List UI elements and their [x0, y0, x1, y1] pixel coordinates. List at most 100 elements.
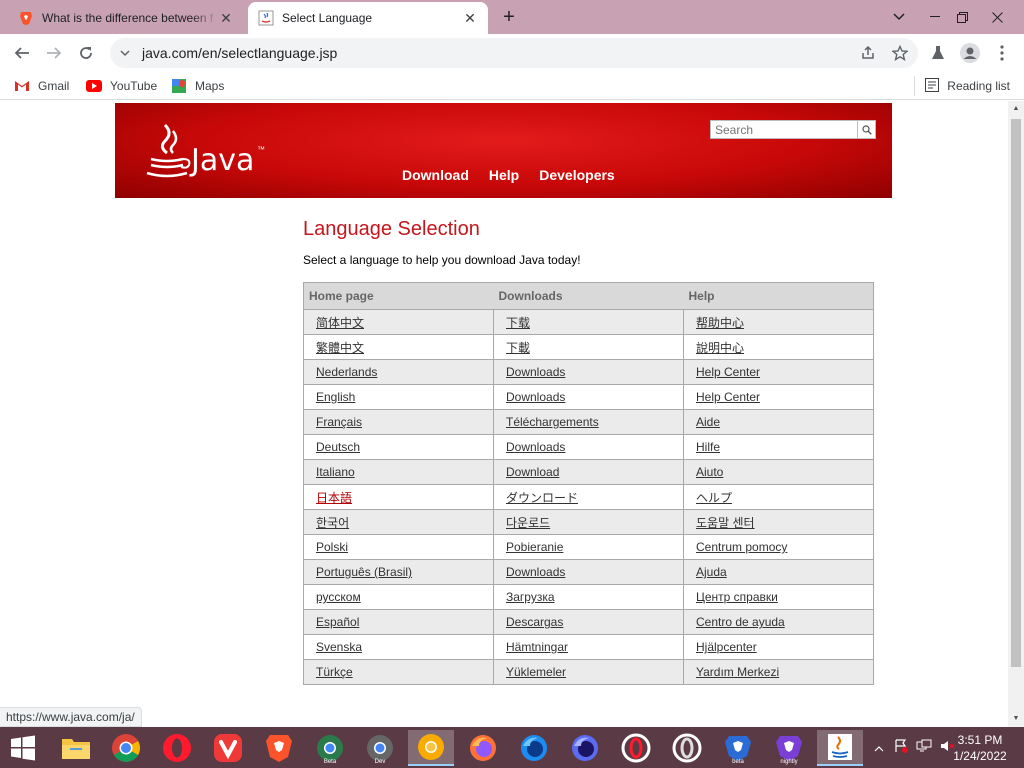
help-link[interactable]: 帮助中心	[696, 316, 744, 330]
share-icon[interactable]	[856, 41, 880, 65]
help-link[interactable]: Центр справки	[696, 590, 778, 604]
home-page-link[interactable]: Polski	[316, 540, 348, 554]
opera-icon[interactable]	[154, 730, 200, 766]
home-page-link[interactable]: 한국어	[316, 516, 349, 530]
help-link[interactable]: Ajuda	[696, 565, 727, 579]
bookmark-youtube[interactable]: YouTube	[86, 76, 157, 96]
tab-active[interactable]: Select Language ✕	[248, 2, 488, 34]
help-link[interactable]: Yardım Merkezi	[696, 665, 779, 679]
help-link[interactable]: Help Center	[696, 390, 760, 404]
table-row: Español Descargas Centro de ayuda	[303, 609, 874, 635]
site-info-chevron-icon[interactable]	[120, 46, 130, 60]
bookmark-star-icon[interactable]	[888, 41, 912, 65]
downloads-link[interactable]: Hämtningar	[506, 640, 568, 654]
scrollbar-thumb[interactable]	[1011, 119, 1021, 667]
address-bar[interactable]: java.com/en/selectlanguage.jsp	[110, 38, 918, 68]
help-link[interactable]: Hjälpcenter	[696, 640, 757, 654]
nav-help[interactable]: Help	[489, 167, 519, 183]
downloads-link[interactable]: Download	[506, 465, 559, 479]
tab-search-chevron-icon[interactable]	[882, 0, 916, 34]
home-page-link[interactable]: Italiano	[316, 465, 355, 479]
downloads-link[interactable]: Downloads	[506, 565, 565, 579]
close-tab-icon[interactable]: ✕	[462, 10, 478, 27]
java-logo[interactable]: Java ™	[143, 121, 273, 183]
forward-icon[interactable]	[40, 39, 68, 67]
help-link[interactable]: Hilfe	[696, 440, 720, 454]
home-page-link[interactable]: Nederlands	[316, 365, 377, 379]
home-page-link[interactable]: English	[316, 390, 355, 404]
downloads-link[interactable]: 다운로드	[506, 516, 550, 530]
home-page-link[interactable]: 简体中文	[316, 316, 364, 330]
brave-beta-icon[interactable]: beta	[715, 730, 761, 766]
home-page-link[interactable]: Français	[316, 415, 362, 429]
java-taskbar-icon[interactable]	[817, 730, 863, 766]
home-page-link[interactable]: Português (Brasil)	[316, 565, 412, 579]
bookmark-maps[interactable]: Maps	[171, 76, 224, 96]
downloads-link[interactable]: Téléchargements	[506, 415, 599, 429]
opera-gx-icon[interactable]	[613, 730, 659, 766]
downloads-link[interactable]: Загрузка	[506, 590, 555, 604]
url-text[interactable]: java.com/en/selectlanguage.jsp	[142, 45, 337, 61]
brave-nightly-icon[interactable]: nightly	[766, 730, 812, 766]
tab-inactive[interactable]: What is the difference between f ✕	[8, 2, 244, 34]
help-link[interactable]: Aide	[696, 415, 720, 429]
labs-flask-icon[interactable]	[924, 39, 952, 67]
help-link[interactable]: Centro de ayuda	[696, 615, 785, 629]
new-tab-button[interactable]: +	[498, 6, 520, 28]
opera-browser-icon[interactable]	[664, 730, 710, 766]
nav-download[interactable]: Download	[402, 167, 469, 183]
downloads-link[interactable]: Downloads	[506, 440, 565, 454]
downloads-link[interactable]: Downloads	[506, 365, 565, 379]
windows-start-icon[interactable]	[0, 730, 46, 766]
vivaldi-icon[interactable]	[205, 730, 251, 766]
back-icon[interactable]	[8, 39, 36, 67]
downloads-link[interactable]: Yüklemeler	[506, 665, 566, 679]
profile-avatar-icon[interactable]	[956, 39, 984, 67]
home-page-link[interactable]: Español	[316, 615, 359, 629]
nav-developers[interactable]: Developers	[539, 167, 614, 183]
downloads-link[interactable]: ダウンロード	[506, 491, 578, 505]
action-center-flag-icon[interactable]	[894, 739, 908, 756]
downloads-link[interactable]: Pobieranie	[506, 540, 563, 554]
chevron-up-icon[interactable]	[874, 741, 884, 755]
close-window-icon[interactable]	[980, 0, 1014, 34]
home-page-link[interactable]: 繁體中文	[316, 341, 364, 355]
chrome-canary-icon[interactable]	[408, 730, 454, 766]
help-link[interactable]: Centrum pomocy	[696, 540, 787, 554]
file-explorer-icon[interactable]	[53, 730, 99, 766]
downloads-link[interactable]: 下载	[506, 316, 530, 330]
home-page-link[interactable]: Deutsch	[316, 440, 360, 454]
help-link[interactable]: 說明中心	[696, 341, 744, 355]
help-link[interactable]: 도움말 센터	[696, 516, 755, 530]
network-icon[interactable]	[916, 739, 932, 756]
system-clock[interactable]: 3:51 PM 1/24/2022	[950, 732, 1010, 764]
reload-icon[interactable]	[72, 39, 100, 67]
menu-kebab-icon[interactable]	[988, 39, 1016, 67]
home-page-link[interactable]: русском	[316, 590, 361, 604]
search-icon[interactable]	[857, 121, 875, 138]
downloads-link[interactable]: 下載	[506, 341, 530, 355]
scroll-up-arrow-icon[interactable]: ▲	[1008, 101, 1024, 117]
chrome-beta-icon[interactable]: Beta	[307, 730, 353, 766]
help-link[interactable]: Aiuto	[696, 465, 723, 479]
reading-list-button[interactable]: Reading list	[914, 76, 1010, 96]
home-page-link[interactable]: Svenska	[316, 640, 362, 654]
help-link[interactable]: ヘルプ	[696, 491, 732, 505]
home-page-link[interactable]: Türkçe	[316, 665, 353, 679]
restore-icon[interactable]	[945, 0, 979, 34]
chrome-dev-icon[interactable]: Dev	[357, 730, 403, 766]
help-link[interactable]: Help Center	[696, 365, 760, 379]
firefox-nightly-icon[interactable]	[562, 730, 608, 766]
scroll-down-arrow-icon[interactable]: ▼	[1008, 711, 1024, 727]
firefox-developer-icon[interactable]	[511, 730, 557, 766]
home-page-link[interactable]: 日本語	[316, 491, 352, 505]
downloads-link[interactable]: Downloads	[506, 390, 565, 404]
brave-icon[interactable]	[256, 730, 302, 766]
search-input[interactable]	[711, 121, 857, 138]
vertical-scrollbar[interactable]: ▲ ▼	[1008, 101, 1024, 727]
bookmark-gmail[interactable]: Gmail	[14, 76, 69, 96]
close-tab-icon[interactable]: ✕	[218, 10, 234, 27]
downloads-link[interactable]: Descargas	[506, 615, 563, 629]
chrome-icon[interactable]	[103, 730, 149, 766]
firefox-icon[interactable]	[460, 730, 506, 766]
